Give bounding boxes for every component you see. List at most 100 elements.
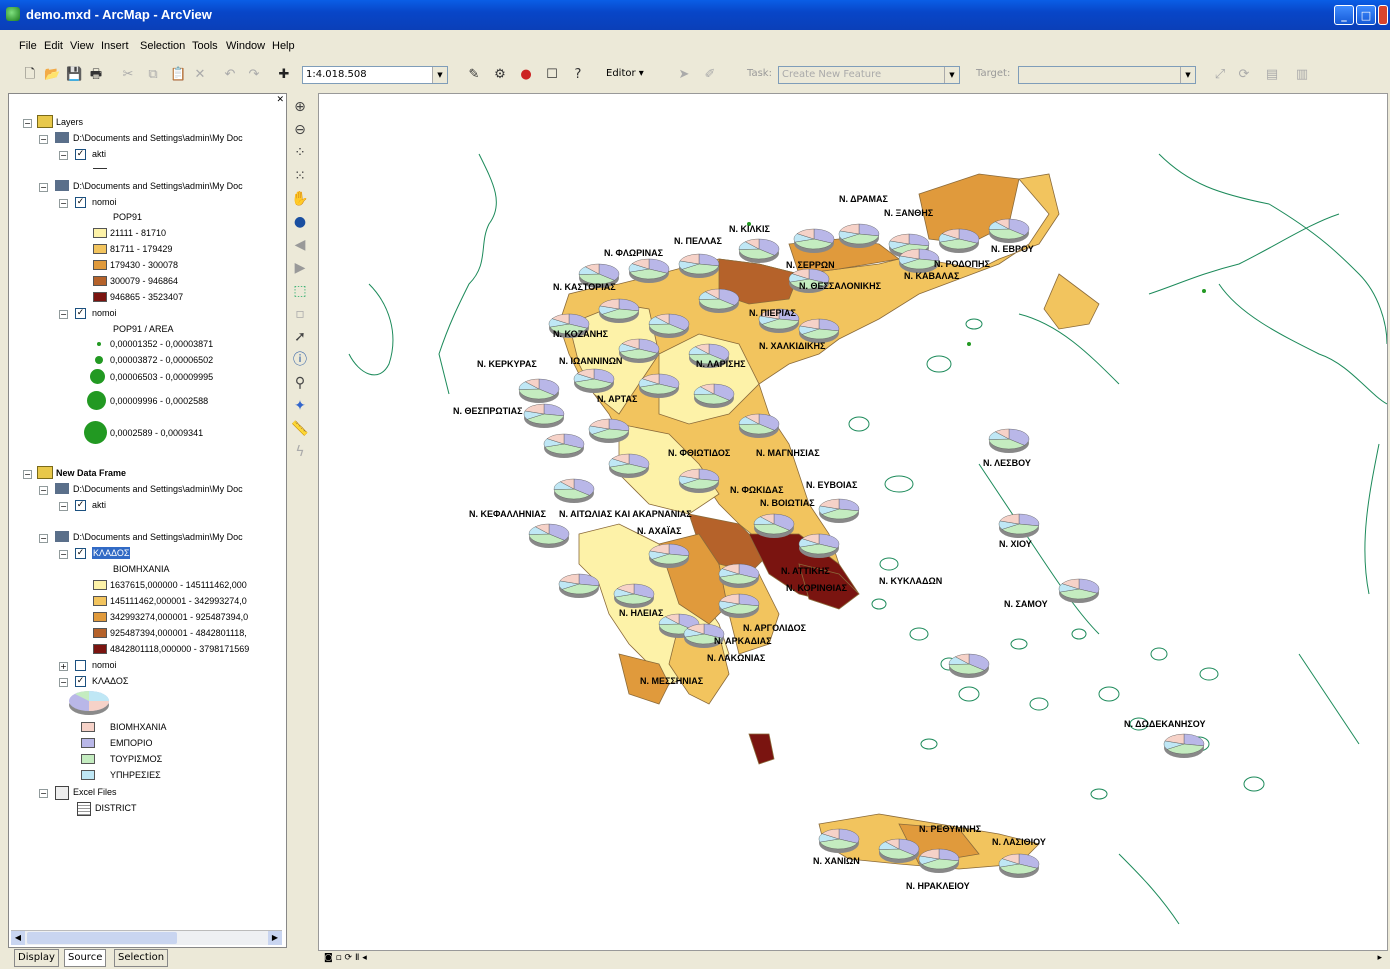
frame-layers[interactable]: Layers xyxy=(56,116,83,128)
pie-symbol[interactable] xyxy=(988,428,1030,453)
pie-symbol[interactable] xyxy=(648,543,690,568)
scroll-right-icon[interactable]: ▶ xyxy=(268,931,282,945)
collapse-icon[interactable]: − xyxy=(59,502,68,511)
zoom-in-icon[interactable]: ⊕ xyxy=(289,97,311,117)
chevron-down-icon[interactable]: ▼ xyxy=(944,67,959,83)
horizontal-scrollbar[interactable]: ◀ ▶ xyxy=(11,930,282,945)
task-select[interactable]: Create New Feature ▼ xyxy=(778,66,960,84)
menu-file[interactable]: File xyxy=(19,40,37,52)
layer-checkbox[interactable] xyxy=(75,660,86,671)
layer-nomoi-2[interactable]: nomoi xyxy=(92,307,117,319)
menu-insert[interactable]: Insert xyxy=(101,40,129,52)
collapse-icon[interactable]: − xyxy=(23,119,32,128)
collapse-icon[interactable]: − xyxy=(59,550,68,559)
arctoolbox-red-icon[interactable]: ● xyxy=(518,67,534,83)
full-extent-icon[interactable]: ● xyxy=(289,212,311,232)
layer-checkbox[interactable]: ✓ xyxy=(75,308,86,319)
collapse-icon[interactable]: − xyxy=(39,183,48,192)
pie-symbol[interactable] xyxy=(718,593,760,618)
pie-symbol[interactable] xyxy=(938,228,980,253)
tab-source[interactable]: Source xyxy=(64,949,107,967)
pie-symbol[interactable] xyxy=(613,583,655,608)
rotate-icon[interactable]: ⟳ xyxy=(1236,67,1252,83)
pie-symbol[interactable] xyxy=(693,383,735,408)
pie-symbol[interactable] xyxy=(608,453,650,478)
layer-checkbox[interactable]: ✓ xyxy=(75,197,86,208)
back-icon[interactable]: ◀ xyxy=(289,235,311,255)
pie-symbol[interactable] xyxy=(1058,578,1100,603)
layer-nomoi-3[interactable]: nomoi xyxy=(92,659,117,671)
pie-symbol[interactable] xyxy=(518,378,560,403)
layer-checkbox[interactable]: ✓ xyxy=(75,149,86,160)
pie-symbol[interactable] xyxy=(798,533,840,558)
sketch-properties-icon[interactable]: ▥ xyxy=(1294,67,1310,83)
layer-nomoi[interactable]: nomoi xyxy=(92,196,117,208)
pie-symbol[interactable] xyxy=(988,218,1030,243)
measure-icon[interactable]: 📏 xyxy=(289,419,311,439)
frame-new-data-frame[interactable]: New Data Frame xyxy=(56,467,126,479)
menu-view[interactable]: View xyxy=(70,40,94,52)
fixed-zoom-in-icon[interactable]: ⁘ xyxy=(289,143,311,163)
editor-toolbar-icon[interactable]: ✎ xyxy=(466,67,482,83)
pie-symbol[interactable] xyxy=(698,288,740,313)
pie-symbol[interactable] xyxy=(738,413,780,438)
arctoolbox-icon[interactable]: ⚙ xyxy=(492,67,508,83)
select-features-icon[interactable]: ⬚ xyxy=(289,281,311,301)
tab-display[interactable]: Display xyxy=(14,949,59,967)
layout-view-icon[interactable]: ◙ ▫ ⟳ Ⅱ ◂ xyxy=(324,953,367,963)
pie-symbol[interactable] xyxy=(618,338,660,363)
find-icon[interactable]: ⚲ xyxy=(289,373,311,393)
pie-symbol[interactable] xyxy=(543,433,585,458)
tab-selection[interactable]: Selection xyxy=(114,949,169,967)
paste-icon[interactable]: 📋 xyxy=(170,67,186,83)
clear-selection-icon[interactable]: ▫ xyxy=(289,304,311,324)
pie-symbol[interactable] xyxy=(793,228,835,253)
pie-symbol[interactable] xyxy=(558,573,600,598)
pie-symbol[interactable] xyxy=(523,403,565,428)
excel-files[interactable]: Excel Files xyxy=(73,786,117,798)
go-to-xy-icon[interactable]: ✦ xyxy=(289,396,311,416)
pie-symbol[interactable] xyxy=(998,853,1040,878)
hyperlink-icon[interactable]: ϟ xyxy=(289,442,311,462)
scroll-right-icon[interactable]: ▸ xyxy=(1377,953,1382,963)
target-select[interactable]: ▼ xyxy=(1018,66,1196,84)
close-button[interactable] xyxy=(1378,5,1388,25)
pie-symbol[interactable] xyxy=(638,373,680,398)
pie-symbol[interactable] xyxy=(948,653,990,678)
expand-icon[interactable]: + xyxy=(59,662,68,671)
scroll-left-icon[interactable]: ◀ xyxy=(11,931,25,945)
select-elements-icon[interactable]: ➚ xyxy=(289,327,311,347)
pie-symbol[interactable] xyxy=(598,298,640,323)
pie-symbol[interactable] xyxy=(588,418,630,443)
pie-symbol[interactable] xyxy=(648,313,690,338)
forward-icon[interactable]: ▶ xyxy=(289,258,311,278)
layer-akti[interactable]: akti xyxy=(92,148,106,160)
pie-symbol[interactable] xyxy=(573,368,615,393)
collapse-icon[interactable]: − xyxy=(59,678,68,687)
zoom-out-icon[interactable]: ⊖ xyxy=(289,120,311,140)
pie-symbol[interactable] xyxy=(738,238,780,263)
menu-tools[interactable]: Tools xyxy=(192,40,218,52)
group-path-1[interactable]: D:\Documents and Settings\admin\My Doc xyxy=(73,132,243,144)
layer-akti-2[interactable]: akti xyxy=(92,499,106,511)
fixed-zoom-out-icon[interactable]: ⁙ xyxy=(289,166,311,186)
collapse-icon[interactable]: − xyxy=(59,310,68,319)
whats-this-icon[interactable]: ? xyxy=(570,67,586,83)
sketch-tool-icon[interactable]: ✐ xyxy=(702,67,718,83)
group-path-4[interactable]: D:\Documents and Settings\admin\My Doc xyxy=(73,531,243,543)
close-icon[interactable]: ✕ xyxy=(276,95,284,105)
copy-icon[interactable]: ⧉ xyxy=(145,67,161,83)
pie-symbol[interactable] xyxy=(918,848,960,873)
group-path-3[interactable]: D:\Documents and Settings\admin\My Doc xyxy=(73,483,243,495)
maximize-button[interactable]: □ xyxy=(1356,5,1376,25)
pie-symbol[interactable] xyxy=(878,838,920,863)
collapse-icon[interactable]: − xyxy=(39,789,48,798)
layer-checkbox[interactable]: ✓ xyxy=(75,548,86,559)
pie-symbol[interactable] xyxy=(628,258,670,283)
layer-klados-2[interactable]: ΚΛΑΔΟΣ xyxy=(92,675,128,687)
command-line-icon[interactable]: ☐ xyxy=(544,67,560,83)
add-data-icon[interactable]: ✚ xyxy=(276,67,292,83)
minimize-button[interactable]: _ xyxy=(1334,5,1354,25)
pie-symbol[interactable] xyxy=(528,523,570,548)
redo-icon[interactable]: ↷ xyxy=(246,67,262,83)
